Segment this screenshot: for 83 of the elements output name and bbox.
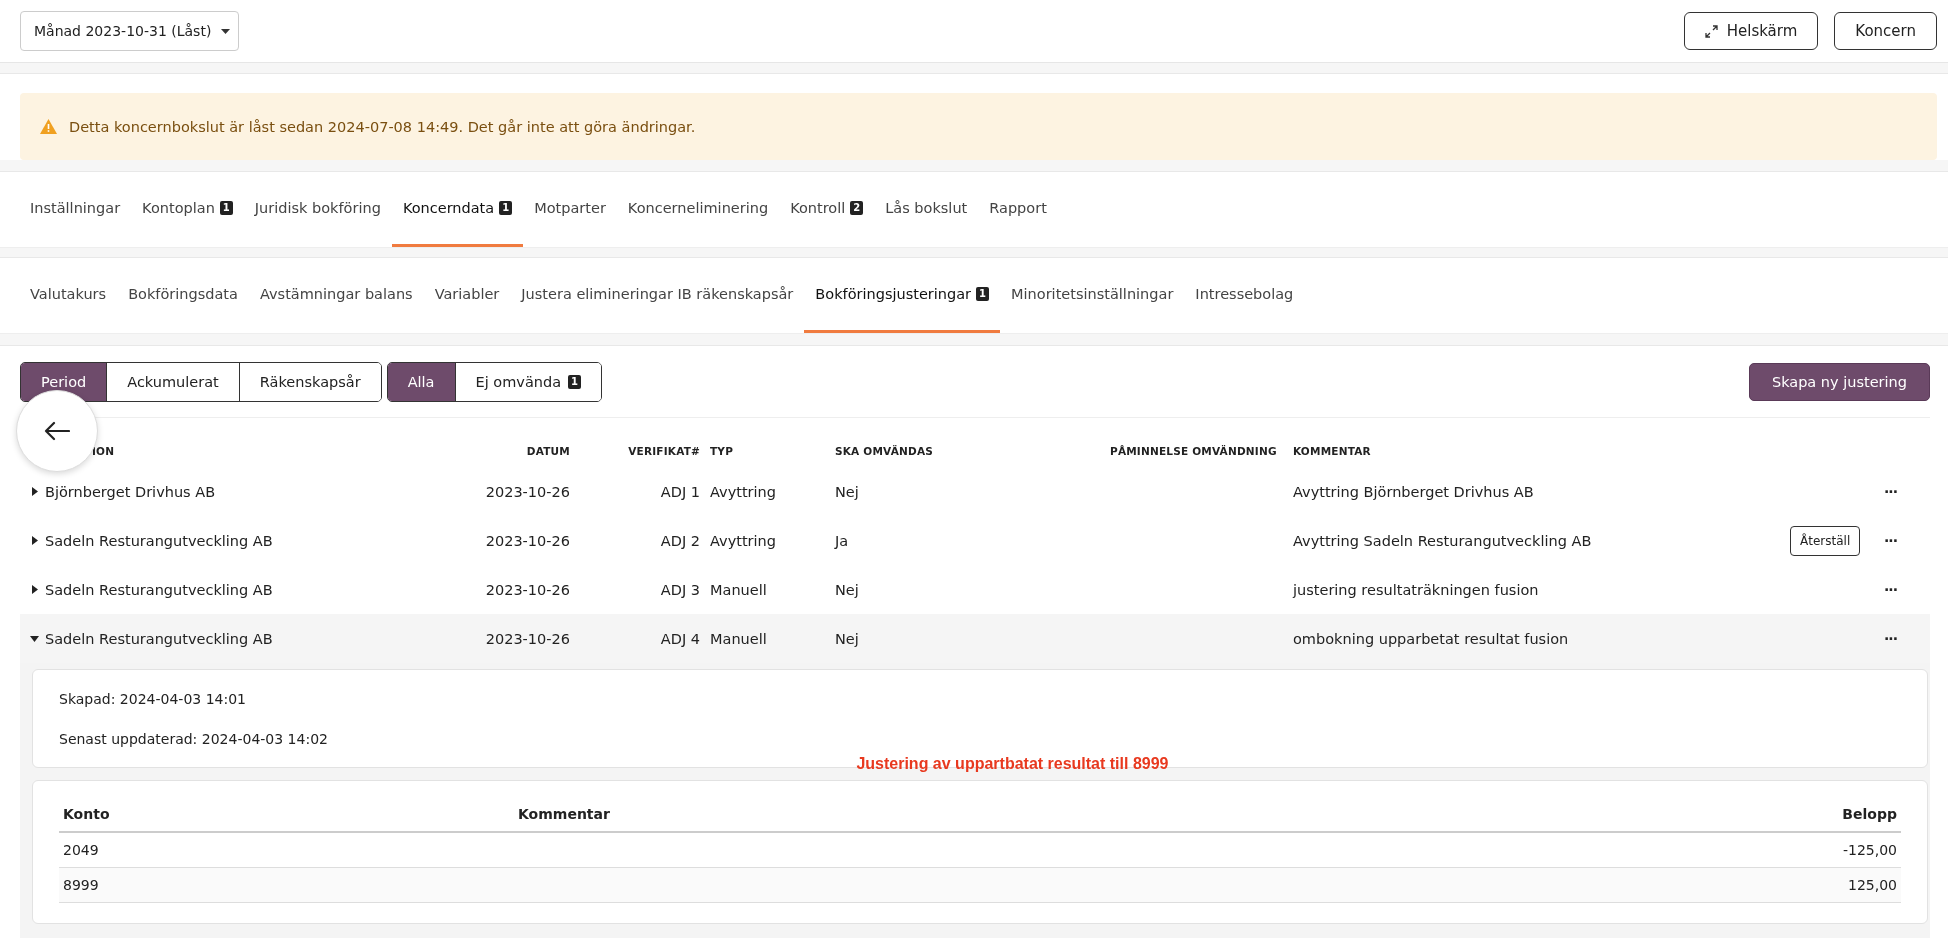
column-header: Kommentar — [517, 806, 611, 822]
type-cell-text: Avyttring — [710, 532, 777, 549]
type-cell-text: Avyttring — [710, 483, 777, 500]
count-badge: 1 — [219, 201, 233, 215]
caret-right-icon[interactable] — [30, 487, 39, 496]
company-name: Sadeln Resturangutveckling AB — [45, 581, 273, 598]
period-dropdown[interactable]: Månad 2023-10-31 (Låst) — [20, 11, 240, 51]
group-button[interactable]: Koncern — [1834, 12, 1937, 50]
toggle-button[interactable]: Ej omvända 1 — [454, 363, 601, 401]
date-cell-text: 2023-10-26 — [484, 483, 571, 500]
count-badge: 1 — [499, 201, 513, 215]
column-header: SKA OMVÄNDAS — [835, 445, 934, 459]
annotation-text: Justering av uppartbatat resultat till 8999 — [856, 755, 1169, 773]
account-cell-text: 2049 — [62, 842, 100, 858]
sub-tab[interactable]: Minoritetsinställningar — [1000, 258, 1185, 333]
company-name: Sadeln Resturangutveckling AB — [45, 630, 273, 647]
sub-tab[interactable]: Bokföringsdata — [117, 258, 249, 333]
main-tab[interactable]: Juridisk bokföring — [243, 172, 392, 247]
created-text: Skapad: 2024-04-03 14:01 — [59, 691, 247, 707]
voucher-cell-text: ADJ 1 — [659, 483, 701, 500]
column-header: TYP — [710, 445, 735, 459]
more-options-button[interactable]: ··· — [1880, 483, 1901, 500]
caret-right-icon[interactable] — [30, 536, 39, 545]
column-header: VERIFIKAT# — [627, 445, 701, 459]
date-cell-text: 2023-10-26 — [484, 630, 571, 647]
main-tab[interactable]: Lås bokslut — [874, 172, 979, 247]
sub-tab[interactable]: Justera elimineringar IB räkenskapsår — [510, 258, 805, 333]
comment-cell-text: Avyttring Björnberget Drivhus AB — [1293, 483, 1535, 500]
count-badge: 1 — [568, 375, 581, 389]
create-adjustment-button[interactable]: Skapa ny justering — [1748, 363, 1930, 401]
reverse-cell-text: Nej — [835, 483, 860, 500]
reset-button[interactable]: Återställ — [1790, 525, 1861, 556]
more-options-button[interactable]: ··· — [1880, 581, 1901, 598]
toggle-button[interactable]: Period — [21, 363, 107, 401]
caret-down-icon[interactable] — [30, 635, 39, 642]
column-header: KOMMENTAR — [1293, 445, 1372, 459]
expand-icon — [1704, 24, 1718, 38]
main-tab[interactable]: Inställningar — [19, 172, 132, 247]
caret-icon — [221, 28, 231, 34]
count-badge: 2 — [850, 201, 864, 215]
sub-tab[interactable]: Valutakurs — [19, 258, 118, 333]
type-cell-text: Manuell — [710, 581, 768, 598]
alert-message: Detta koncernbokslut är låst sedan 2024-07-08 14:49. Det går inte att göra ändringar. — [69, 118, 696, 135]
toggle-button[interactable]: Alla — [387, 363, 455, 401]
toggle-button[interactable]: Räkenskapsår — [238, 363, 381, 401]
more-options-button[interactable]: ··· — [1880, 532, 1901, 549]
warning-icon — [40, 119, 57, 134]
reverse-cell-text: Nej — [835, 581, 860, 598]
voucher-cell-text: ADJ 2 — [659, 532, 701, 549]
main-tab[interactable]: Rapport — [978, 172, 1058, 247]
column-header: Belopp — [1841, 806, 1898, 822]
comment-cell-text: Avyttring Sadeln Resturangutveckling AB — [1293, 532, 1593, 549]
column-header: Konto — [62, 806, 111, 822]
more-options-button[interactable]: ··· — [1880, 630, 1901, 647]
sub-tab[interactable]: Variabler — [423, 258, 511, 333]
updated-text: Senast uppdaterad: 2024-04-03 14:02 — [59, 731, 329, 747]
reverse-cell-text: Nej — [835, 630, 860, 647]
date-cell-text: 2023-10-26 — [484, 532, 571, 549]
main-tab[interactable]: Kontoplan 1 — [131, 172, 244, 247]
fullscreen-button[interactable]: Helskärm — [1683, 12, 1819, 50]
company-name: Sadeln Resturangutveckling AB — [45, 532, 273, 549]
column-header: DATUM — [525, 445, 571, 459]
voucher-cell-text: ADJ 4 — [659, 630, 701, 647]
reverse-cell-text: Ja — [835, 532, 850, 549]
amount-cell-text: -125,00 — [1841, 842, 1898, 858]
comment-cell-text: justering resultaträkningen fusion — [1293, 581, 1540, 598]
type-cell-text: Manuell — [710, 630, 768, 647]
sub-tab[interactable]: Intressebolag — [1184, 258, 1305, 333]
comment-cell-text: ombokning upparbetat resultat fusion — [1293, 630, 1570, 647]
caret-right-icon[interactable] — [30, 585, 39, 594]
main-tab[interactable]: Koncerneliminering — [616, 172, 780, 247]
column-header: PÅMINNELSE OMVÄNDNING — [1110, 445, 1278, 459]
sub-tab[interactable]: Avstämningar balans — [248, 258, 424, 333]
back-arrow-icon — [44, 421, 70, 441]
account-cell-text: 8999 — [62, 877, 100, 893]
date-cell-text: 2023-10-26 — [484, 581, 571, 598]
voucher-cell-text: ADJ 3 — [659, 581, 701, 598]
main-tab[interactable]: Kontroll 2 — [779, 172, 875, 247]
main-tab[interactable]: Motparter — [523, 172, 617, 247]
column-header: ION — [91, 445, 116, 459]
company-name: Björnberget Drivhus AB — [45, 483, 216, 500]
count-badge: 1 — [976, 287, 990, 301]
amount-cell-text: 125,00 — [1847, 877, 1898, 893]
